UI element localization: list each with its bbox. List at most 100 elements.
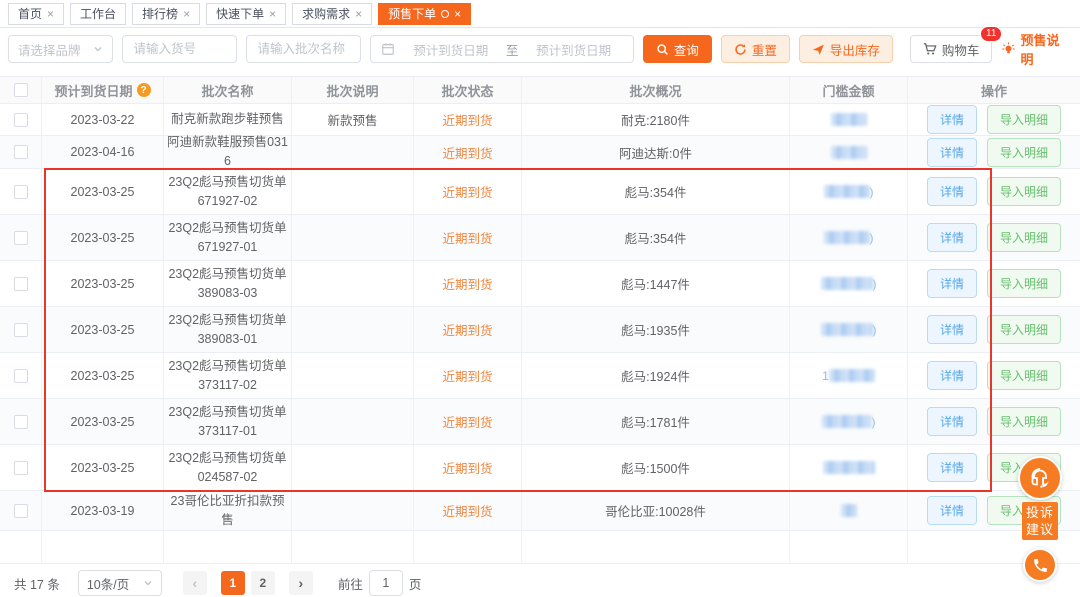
tab-close-icon[interactable]: × [355,8,362,20]
row-checkbox[interactable] [14,231,28,245]
tab-close-icon[interactable]: × [47,8,54,20]
goto-label: 前往 [338,574,363,593]
cell-operations: 详情 导入明细 [908,136,1080,168]
row-checkbox[interactable] [14,277,28,291]
cell-batch-overview: 阿迪达斯:0件 [522,136,790,168]
presale-table: 预计到货日期? 批次名称 批次说明 批次状态 批次概况 门槛金额 操作 2023… [0,76,1080,564]
import-detail-button[interactable]: 导入明细 [987,138,1061,167]
detail-button[interactable]: 详情 [927,223,977,252]
row-checkbox[interactable] [14,415,28,429]
cell-operations: 详情 导入明细 [908,169,1080,214]
detail-button[interactable]: 详情 [927,105,977,134]
cell-operations: 详情 导入明细 [908,215,1080,260]
cell-expected-date: 2023-04-16 [42,136,164,168]
detail-button[interactable]: 详情 [927,407,977,436]
tab-首页[interactable]: 首页× [8,3,64,25]
import-detail-button[interactable]: 导入明细 [987,269,1061,298]
customer-service-button[interactable] [1018,456,1062,500]
table-row: 2023-03-25 23Q2彪马预售切货单024587-02 近期到货 彪马:… [0,445,1080,491]
cell-batch-desc [292,136,414,168]
row-checkbox[interactable] [14,323,28,337]
import-detail-button[interactable]: 导入明细 [987,105,1061,134]
row-checkbox[interactable] [14,185,28,199]
refresh-icon [734,43,747,56]
tab-求购需求[interactable]: 求购需求× [292,3,372,25]
detail-button[interactable]: 详情 [927,496,977,525]
date-end-placeholder: 预计到货日期 [524,40,622,59]
row-checkbox[interactable] [14,369,28,383]
export-button-label: 导出库存 [830,40,880,59]
detail-button[interactable]: 详情 [927,138,977,167]
reset-button-label: 重置 [752,40,777,59]
tab-close-icon[interactable]: × [183,8,190,20]
row-checkbox[interactable] [14,145,28,159]
presale-info-label: 预售说明 [1020,30,1064,68]
cell-operations: 详情 导入明细 [908,261,1080,306]
phone-contact-button[interactable] [1023,548,1057,582]
import-detail-button[interactable]: 导入明细 [987,177,1061,206]
detail-button[interactable]: 详情 [927,177,977,206]
tab-排行榜[interactable]: 排行榜× [132,3,200,25]
table-empty-area [0,531,1080,563]
tab-close-icon[interactable]: × [454,8,461,20]
complaint-suggestion-button[interactable]: 投诉 建议 [1022,502,1058,540]
select-all-checkbox[interactable] [14,83,28,97]
row-checkbox[interactable] [14,461,28,475]
cell-batch-desc: 新款预售 [292,104,414,135]
page-button-1[interactable]: 1 [221,571,245,595]
tab-工作台[interactable]: 工作台 [70,3,126,25]
cell-expected-date: 2023-03-25 [42,445,164,490]
reset-button[interactable]: 重置 [721,35,790,63]
export-inventory-button[interactable]: 导出库存 [799,35,893,63]
cell-operations: 详情 导入明细 [908,353,1080,398]
cell-threshold-amount [790,445,908,490]
import-detail-button[interactable]: 导入明细 [987,361,1061,390]
detail-button[interactable]: 详情 [927,453,977,482]
table-row: 2023-03-25 23Q2彪马预售切货单373117-01 近期到货 彪马:… [0,399,1080,445]
page-button-2[interactable]: 2 [251,571,275,595]
search-button[interactable]: 查询 [643,35,712,63]
cell-batch-desc [292,353,414,398]
page-size-select[interactable]: 10条/页 [78,570,162,596]
table-body: 2023-03-22 耐克新款跑步鞋预售 新款预售 近期到货 耐克:2180件 … [0,104,1080,531]
import-detail-button[interactable]: 导入明细 [987,407,1061,436]
cell-threshold-amount [790,491,908,530]
tab-close-icon[interactable]: × [269,8,276,20]
goto-page-input[interactable] [369,570,403,596]
cell-batch-status: 近期到货 [414,104,522,135]
date-range-picker[interactable]: 预计到货日期 至 预计到货日期 [370,35,633,63]
cart-button-label: 购物车 [942,40,980,59]
detail-button[interactable]: 详情 [927,361,977,390]
brand-select[interactable]: 请选择品牌 [8,35,113,63]
batch-name-input[interactable] [246,35,361,63]
cell-threshold-amount [790,136,908,168]
masked-amount [822,415,872,428]
import-detail-button[interactable]: 导入明细 [987,315,1061,344]
tab-refresh-icon[interactable] [441,10,449,18]
tab-预售下单[interactable]: 预售下单× [378,3,471,25]
prev-page-button[interactable]: ‹ [183,571,207,595]
help-icon[interactable]: ? [137,83,151,97]
row-checkbox[interactable] [14,113,28,127]
cell-threshold-amount: ) [790,169,908,214]
item-no-input[interactable] [122,35,237,63]
tab-快速下单[interactable]: 快速下单× [206,3,286,25]
row-checkbox[interactable] [14,504,28,518]
detail-button[interactable]: 详情 [927,269,977,298]
masked-amount [831,113,867,126]
header-threshold-amount: 门槛金额 [790,77,908,103]
cell-batch-desc [292,215,414,260]
calendar-icon [381,42,395,56]
cart-button[interactable]: 购物车 [910,35,993,63]
cell-batch-name: 23Q2彪马预售切货单373117-01 [164,399,292,444]
filter-bar: 请选择品牌 预计到货日期 至 预计到货日期 查询 重置 [0,28,1080,70]
page-size-value: 10条/页 [87,574,129,593]
import-detail-button[interactable]: 导入明细 [987,223,1061,252]
detail-button[interactable]: 详情 [927,315,977,344]
complaint-label-line2: 建议 [1022,521,1058,538]
presale-info-link[interactable]: 预售说明 [1001,30,1064,68]
cell-threshold-amount [790,104,908,135]
cell-batch-name: 23Q2彪马预售切货单389083-03 [164,261,292,306]
next-page-button[interactable]: › [289,571,313,595]
cell-expected-date: 2023-03-25 [42,307,164,352]
